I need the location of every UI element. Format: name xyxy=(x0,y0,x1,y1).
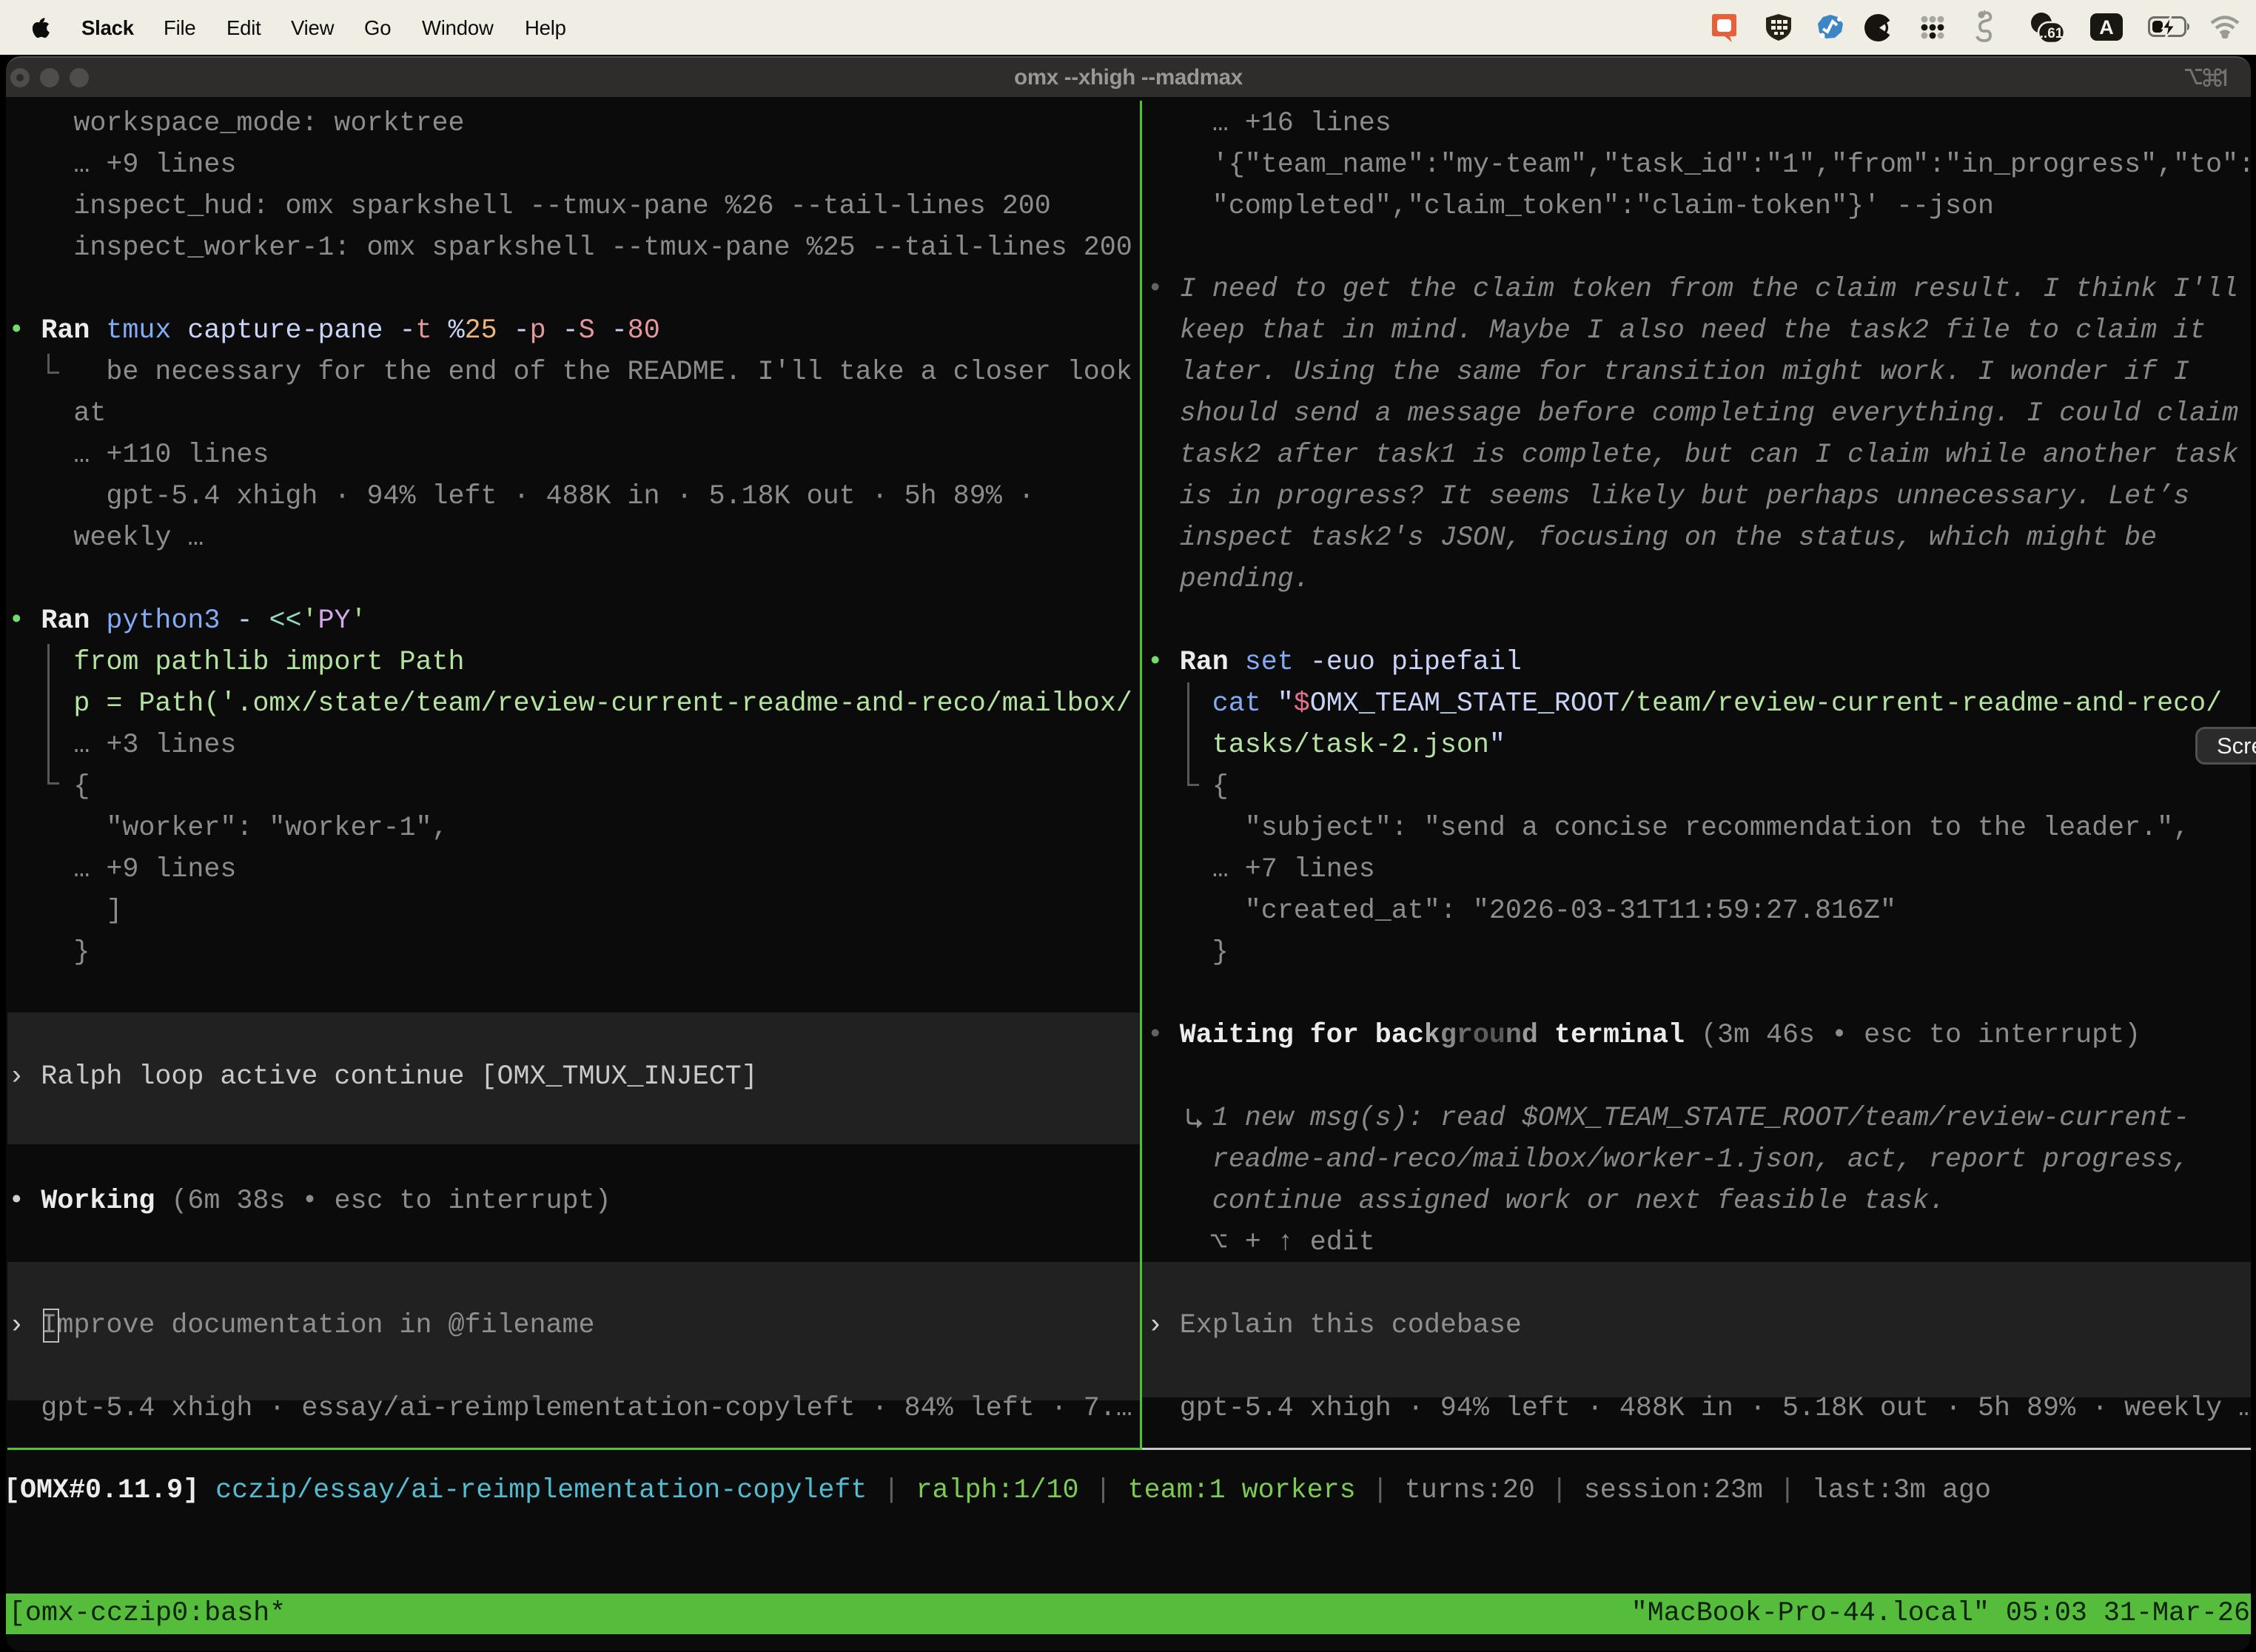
svg-text:..61: ..61 xyxy=(2040,26,2064,41)
